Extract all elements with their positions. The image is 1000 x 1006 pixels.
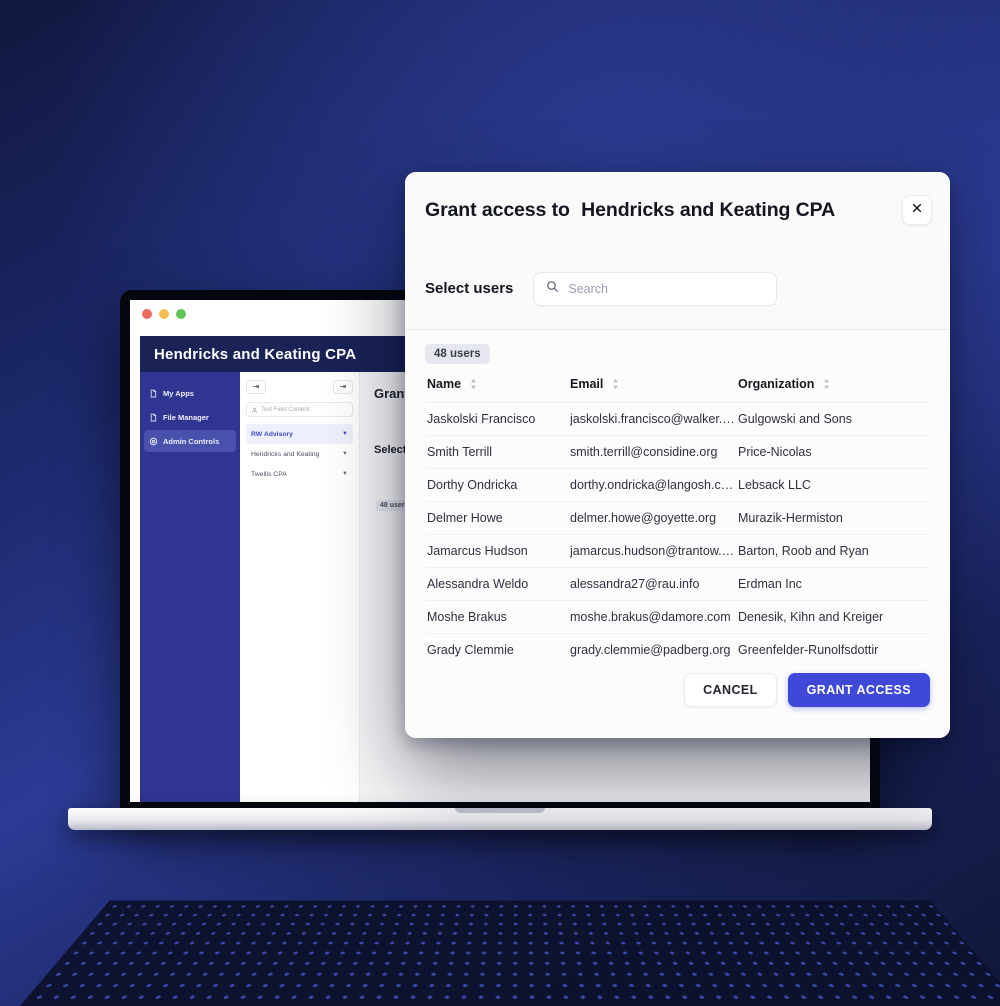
gear-icon bbox=[149, 437, 158, 446]
panel-row-label: Hendricks and Keating bbox=[251, 450, 320, 458]
app-secondary-panel: ⇥ ⇥ Text Field Content RW Advisory ▼ Hen… bbox=[240, 372, 360, 802]
close-icon bbox=[911, 201, 923, 219]
select-users-label: Select users bbox=[425, 280, 514, 297]
cell-email: smith.terrill@considine.org bbox=[570, 435, 738, 469]
user-icon bbox=[251, 401, 258, 419]
table-row[interactable]: Delmer Howe delmer.howe@goyette.org Murazi… bbox=[425, 501, 930, 535]
app-title: Hendricks and Keating CPA bbox=[154, 345, 357, 363]
user-table: Name Email Organization Jaskolski Franci… bbox=[425, 370, 930, 700]
cell-name: Alessandra Weldo bbox=[425, 567, 570, 601]
panel-row-label: Twellis CPA bbox=[251, 470, 287, 478]
cell-email: delmer.howe@goyette.org bbox=[570, 501, 738, 535]
cell-name: Delmer Howe bbox=[425, 501, 570, 535]
dialog-title-prefix: Grant access to bbox=[425, 198, 570, 221]
arrow-right-to-line-icon-left[interactable]: ⇥ bbox=[246, 380, 266, 394]
panel-arrow-row: ⇥ ⇥ bbox=[246, 380, 353, 394]
panel-row-label: RW Advisory bbox=[251, 430, 293, 438]
laptop-base bbox=[68, 808, 932, 830]
file-icon bbox=[149, 389, 158, 398]
cancel-button[interactable]: CANCEL bbox=[684, 673, 777, 707]
cell-name: Moshe Brakus bbox=[425, 600, 570, 634]
scene: Hendricks and Keating CPA My Apps File M… bbox=[0, 0, 1000, 1006]
dialog-title: Grant access to Hendricks and Keating CP… bbox=[425, 199, 902, 222]
panel-row-twellis-cpa[interactable]: Twellis CPA ▼ bbox=[246, 464, 353, 484]
sidebar-item-file-manager[interactable]: File Manager bbox=[144, 406, 236, 428]
app-sidebar: My Apps File Manager Admin Controls bbox=[140, 372, 240, 802]
user-count-badge: 48 users bbox=[425, 344, 490, 364]
traffic-light-maximize-icon[interactable] bbox=[176, 309, 186, 319]
cell-organization: Erdman Inc bbox=[738, 567, 930, 601]
arrow-right-to-line-icon-right[interactable]: ⇥ bbox=[333, 380, 353, 394]
dialog-title-target: Hendricks and Keating CPA bbox=[581, 198, 836, 221]
search-input[interactable] bbox=[568, 281, 765, 296]
table-header-row: Name Email Organization bbox=[425, 370, 930, 403]
sort-icon[interactable] bbox=[470, 378, 477, 392]
dialog-body: 48 users Name Email Organization Jaskols… bbox=[405, 330, 950, 700]
background-dot-pattern bbox=[0, 900, 1000, 1006]
sort-icon[interactable] bbox=[612, 378, 619, 392]
select-users-row: Select users bbox=[405, 248, 950, 330]
sidebar-item-my-apps[interactable]: My Apps bbox=[144, 382, 236, 404]
table-row[interactable]: Jaskolski Francisco jaskolski.francisco@w… bbox=[425, 402, 930, 436]
column-header-label: Organization bbox=[738, 377, 815, 391]
column-header-label: Email bbox=[570, 377, 604, 391]
table-body: Jaskolski Francisco jaskolski.francisco@w… bbox=[425, 402, 930, 700]
table-row[interactable]: Moshe Brakus moshe.brakus@damore.com Denes… bbox=[425, 600, 930, 634]
table-row[interactable]: Jamarcus Hudson jamarcus.hudson@trantow.c… bbox=[425, 534, 930, 568]
sidebar-item-label: My Apps bbox=[163, 388, 194, 398]
cell-organization: Gulgowski and Sons bbox=[738, 402, 930, 436]
chevron-down-icon: ▼ bbox=[342, 431, 348, 437]
cell-organization: Lebsack LLC bbox=[738, 468, 930, 502]
grant-access-button[interactable]: GRANT ACCESS bbox=[787, 673, 930, 707]
cell-email: jamarcus.hudson@trantow.com bbox=[570, 534, 738, 568]
close-button[interactable] bbox=[902, 195, 932, 225]
cell-email: jaskolski.francisco@walker.com bbox=[570, 402, 738, 436]
panel-filter-input[interactable]: Text Field Content bbox=[246, 402, 353, 417]
cell-name: Dorthy Ondricka bbox=[425, 468, 570, 502]
table-row[interactable]: Dorthy Ondricka dorthy.ondricka@langosh.c… bbox=[425, 468, 930, 502]
chevron-down-icon: ▼ bbox=[342, 471, 348, 477]
search-icon bbox=[546, 280, 559, 298]
column-header-label: Name bbox=[427, 377, 462, 391]
table-row[interactable]: Alessandra Weldo alessandra27@rau.info Erd… bbox=[425, 567, 930, 601]
sidebar-item-label: Admin Controls bbox=[163, 436, 220, 446]
sort-icon[interactable] bbox=[823, 378, 830, 392]
cell-organization: Murazik-Hermiston bbox=[738, 501, 930, 535]
sidebar-item-label: File Manager bbox=[163, 412, 209, 422]
laptop-notch bbox=[455, 808, 545, 813]
cell-email: moshe.brakus@damore.com bbox=[570, 600, 738, 634]
cell-name: Smith Terrill bbox=[425, 435, 570, 469]
column-header-email[interactable]: Email bbox=[570, 370, 738, 403]
cell-organization: Price-Nicolas bbox=[738, 435, 930, 469]
search-field[interactable] bbox=[533, 271, 778, 306]
table-head: Name Email Organization bbox=[425, 370, 930, 403]
table-row[interactable]: Smith Terrill smith.terrill@considine.org… bbox=[425, 435, 930, 469]
file-icon bbox=[149, 413, 158, 422]
panel-row-rw-advisory[interactable]: RW Advisory ▼ bbox=[246, 424, 353, 444]
chevron-down-icon: ▼ bbox=[342, 451, 348, 457]
dialog-header: Grant access to Hendricks and Keating CP… bbox=[405, 172, 950, 248]
cell-organization: Barton, Roob and Ryan bbox=[738, 534, 930, 568]
cell-name: Jaskolski Francisco bbox=[425, 402, 570, 436]
cell-email: dorthy.ondricka@langosh.com bbox=[570, 468, 738, 502]
cell-name: Jamarcus Hudson bbox=[425, 534, 570, 568]
grant-access-dialog: Grant access to Hendricks and Keating CP… bbox=[405, 172, 950, 738]
cell-email: alessandra27@rau.info bbox=[570, 567, 738, 601]
cell-organization: Denesik, Kihn and Kreiger bbox=[738, 600, 930, 634]
sidebar-item-admin-controls[interactable]: Admin Controls bbox=[144, 430, 236, 452]
panel-row-hendricks-and-keating[interactable]: Hendricks and Keating ▼ bbox=[246, 444, 353, 464]
column-header-organization[interactable]: Organization bbox=[738, 370, 930, 403]
traffic-light-minimize-icon[interactable] bbox=[159, 309, 169, 319]
column-header-name[interactable]: Name bbox=[425, 370, 570, 403]
dialog-footer: CANCEL GRANT ACCESS bbox=[405, 660, 950, 738]
panel-filter-placeholder: Text Field Content bbox=[261, 406, 310, 413]
traffic-light-close-icon[interactable] bbox=[142, 309, 152, 319]
